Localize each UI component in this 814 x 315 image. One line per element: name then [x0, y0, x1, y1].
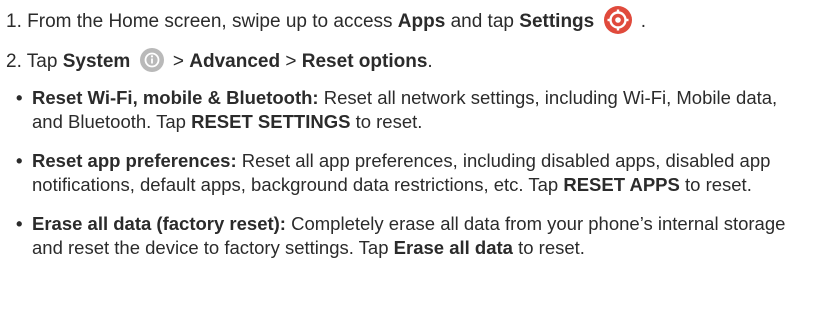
step-1-text: From the Home screen, swipe up to access	[27, 11, 393, 33]
separator-2: >	[285, 51, 297, 73]
bullet-tail: to reset.	[355, 111, 423, 132]
list-item-reset-app-preferences: • Reset app preferences: Reset all app p…	[16, 149, 806, 197]
system-label: System	[62, 51, 131, 73]
reset-options-label: Reset options	[301, 51, 428, 73]
bullet-tail: to reset.	[518, 237, 585, 258]
apps-label: Apps	[397, 11, 446, 33]
bullet-title: Reset app preferences:	[32, 150, 237, 171]
step-2: 2. Tap System > Advanced > Reset options…	[6, 48, 433, 74]
step-2-tap: Tap	[26, 51, 58, 73]
step-1-end: .	[640, 11, 647, 33]
bullet-title: Erase all data (factory reset):	[32, 213, 286, 234]
reset-options-list: • Reset Wi-Fi, mobile & Bluetooth: Reset…	[16, 86, 806, 275]
bullet-dot: •	[16, 213, 23, 234]
step-1: 1. From the Home screen, swipe up to acc…	[6, 6, 647, 36]
bullet-title: Reset Wi-Fi, mobile & Bluetooth:	[32, 87, 319, 108]
advanced-label: Advanced	[189, 51, 281, 73]
bullet-action: RESET SETTINGS	[191, 111, 351, 132]
step-1-number: 1.	[6, 11, 22, 33]
step-2-number: 2.	[6, 51, 22, 73]
instructions-document: 1. From the Home screen, swipe up to acc…	[0, 0, 814, 315]
settings-label: Settings	[519, 11, 595, 33]
settings-gear-icon	[603, 6, 632, 34]
bullet-action: Erase all data	[393, 237, 513, 258]
step-2-end: .	[427, 51, 433, 73]
bullet-action: RESET APPS	[563, 174, 680, 195]
list-item-erase-all-data: • Erase all data (factory reset): Comple…	[16, 212, 806, 260]
list-item-reset-network: • Reset Wi-Fi, mobile & Bluetooth: Reset…	[16, 86, 806, 134]
bullet-dot: •	[16, 87, 23, 108]
info-icon	[139, 48, 164, 72]
separator-1: >	[172, 51, 184, 73]
bullet-tail: to reset.	[685, 174, 752, 195]
bullet-dot: •	[16, 150, 23, 171]
step-1-and-tap: and tap	[450, 11, 514, 33]
